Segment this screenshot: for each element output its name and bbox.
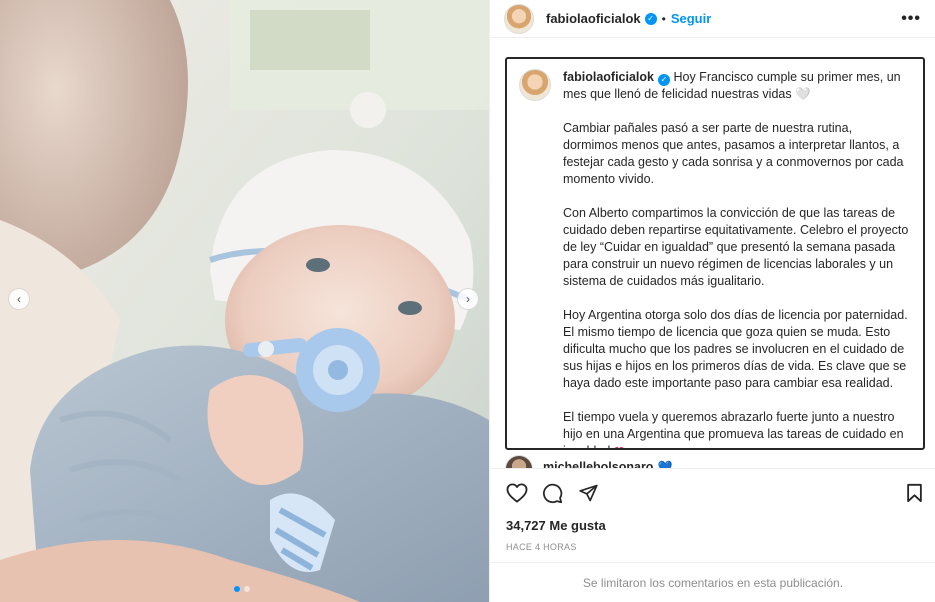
save-bookmark-icon[interactable] — [906, 483, 923, 503]
baby-photo-illustration — [0, 0, 489, 602]
caption-paragraph: Con Alberto compartimos la convicción de… — [563, 206, 909, 288]
commenter-avatar[interactable] — [505, 455, 533, 469]
heart-emoji-icon: ❤ — [614, 444, 624, 448]
caption-username[interactable]: fabiolaoficialok — [563, 70, 654, 84]
comment-bubble-icon[interactable] — [542, 483, 563, 504]
post-time-ago[interactable]: HACE 4 HORAS — [506, 542, 577, 552]
post-panel: fabiolaoficialok ✓ • Seguir ••• fabiolao… — [489, 0, 935, 602]
author-username[interactable]: fabiolaoficialok — [546, 11, 641, 26]
more-options-icon[interactable]: ••• — [901, 10, 921, 28]
header-separator: • — [661, 11, 666, 26]
caption-text: fabiolaoficialok ✓ Hoy Francisco cumple s… — [563, 69, 909, 448]
comment-preview: michellebolsonaro 💙 — [505, 455, 672, 469]
comments-limited-notice: Se limitaron los comentarios en esta pub… — [490, 562, 935, 602]
post-photo[interactable]: ‹ › — [0, 0, 489, 602]
carousel-next-button[interactable]: › — [457, 288, 479, 310]
verified-badge-icon: ✓ — [658, 73, 670, 86]
post-actions — [490, 468, 935, 516]
caption-paragraph: Hoy Argentina otorga solo dos días de li… — [563, 308, 908, 390]
verified-badge-icon: ✓ — [644, 12, 657, 25]
follow-button[interactable]: Seguir — [671, 11, 711, 26]
caption-author-avatar[interactable] — [519, 69, 551, 101]
post-header: fabiolaoficialok ✓ • Seguir ••• — [490, 0, 935, 38]
carousel-indicator — [234, 586, 250, 592]
caption-paragraph: Cambiar pañales pasó a ser parte de nues… — [563, 121, 904, 186]
chevron-left-icon: ‹ — [17, 292, 21, 306]
carousel-prev-button[interactable]: ‹ — [8, 288, 30, 310]
author-avatar[interactable] — [504, 3, 534, 34]
carousel-dot — [244, 586, 250, 592]
like-heart-icon[interactable] — [506, 483, 528, 503]
chevron-right-icon: › — [466, 292, 470, 306]
share-send-icon[interactable] — [578, 483, 599, 503]
likes-count[interactable]: 34,727 Me gusta — [506, 518, 606, 533]
carousel-dot-active — [234, 586, 240, 592]
caption-section: fabiolaoficialok ✓ Hoy Francisco cumple s… — [505, 57, 925, 450]
